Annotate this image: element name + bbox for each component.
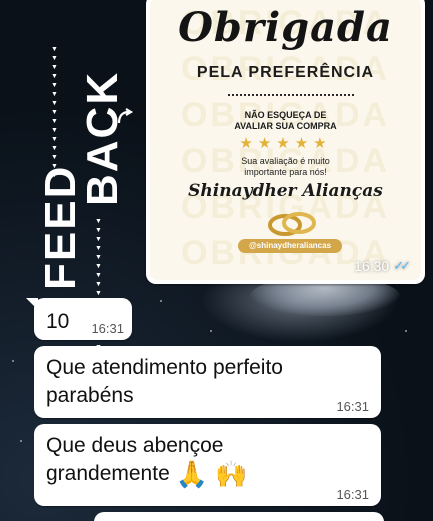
instagram-handle: @shinaydheraliancas (238, 239, 342, 253)
title-word-back: BACK (78, 70, 127, 206)
card-note: Sua avaliação é muito importante para nó… (241, 156, 330, 177)
image-message-meta: 16:30 ✓✓ (354, 258, 411, 274)
star (405, 330, 407, 332)
curved-arrow-icon (117, 108, 134, 124)
card-title: Obrigada (178, 4, 393, 51)
image-message-bubble[interactable]: OBRIGADA OBRIGADA OBRIGADA OBRIGADA OBRI… (146, 0, 425, 284)
card-reminder: NÃO ESQUEÇA DE AVALIAR SUA COMPRA (234, 110, 337, 131)
message-text: Que deus abençoe grandemente 🙏 🙌 (46, 434, 248, 489)
rating-stars-icon: ★★★★★ (239, 135, 332, 152)
message-bubble[interactable]: Que deus abençoe grandemente 🙏 🙌 16:31 (34, 424, 381, 506)
read-ticks-icon: ✓✓ (393, 258, 411, 273)
card-brand: Shinaydher Alianças (188, 181, 383, 201)
dotted-divider (228, 94, 354, 96)
thank-you-card-image[interactable]: OBRIGADA OBRIGADA OBRIGADA OBRIGADA OBRI… (150, 0, 421, 280)
message-bubble[interactable]: 10 16:31 (34, 298, 132, 340)
message-time: 16:31 (336, 399, 369, 414)
message-bubble[interactable]: Que atendimento perfeito parabéns 16:31 (34, 346, 381, 418)
message-time: 16:31 (336, 487, 369, 502)
feedback-title: ▼▼▼▼▼▼▼▼▼▼▼▼▼▼▼ FEED BACK ▼▼▼▼▼▼▼▼▼▼▼▼▼▼… (6, 28, 146, 353)
message-text: 10 (46, 310, 70, 333)
praying-hands-icon: 🙏 🙌 (175, 459, 248, 489)
wedding-rings-icon (268, 212, 316, 236)
triangle-divider: ▼▼▼▼▼▼▼▼▼▼▼▼▼▼▼ (51, 46, 58, 181)
message-time: 16:31 (91, 321, 124, 336)
star (12, 360, 14, 362)
card-subtitle: PELA PREFERÊNCIA (196, 64, 375, 81)
message-time: 16:30 (354, 258, 390, 274)
star (160, 300, 162, 302)
star (210, 330, 212, 332)
message-bubble-partial[interactable] (94, 512, 384, 521)
message-text: Que atendimento perfeito parabéns (46, 356, 283, 407)
star (20, 440, 22, 442)
